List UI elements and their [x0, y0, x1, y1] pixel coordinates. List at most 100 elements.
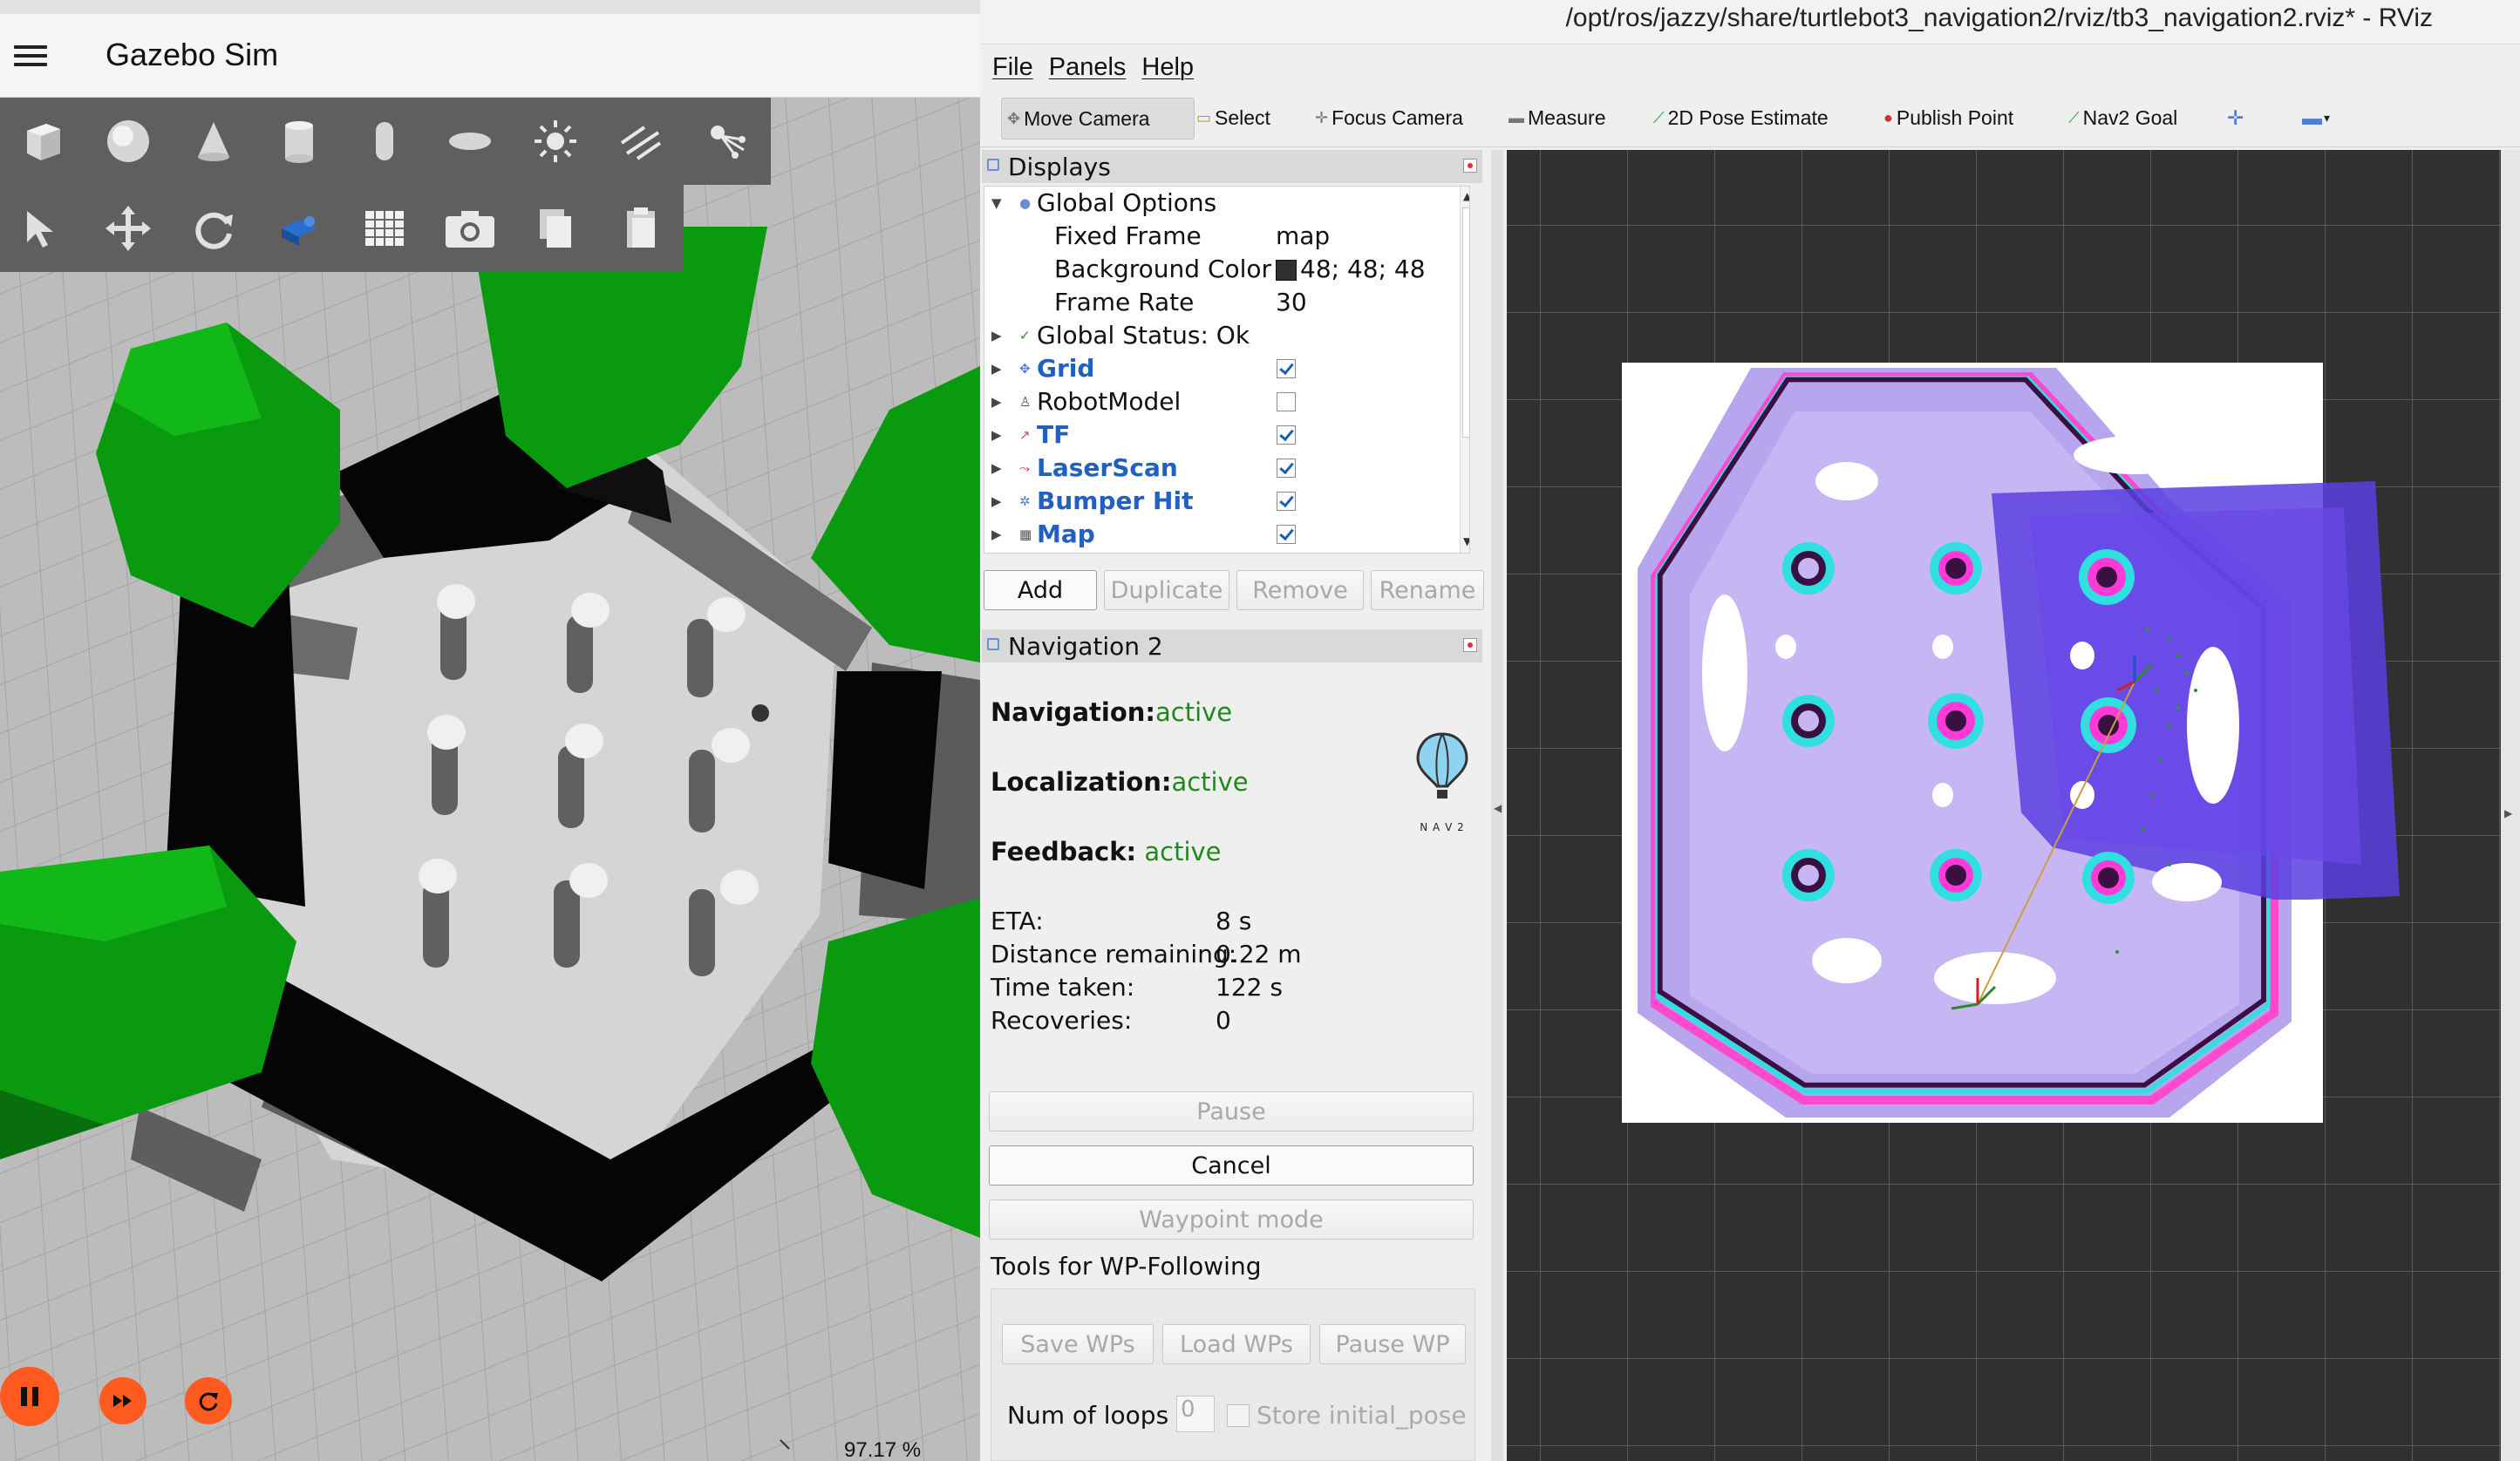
tool-publish-point[interactable]: ● Publish Point: [1883, 98, 2013, 138]
tool-focus-camera[interactable]: ✛ Focus Camera: [1315, 98, 1463, 138]
wp-following-group: Save WPs Load WPs Pause WP Num of loops …: [991, 1288, 1475, 1461]
reset-icon[interactable]: [185, 1377, 232, 1424]
spot-light-icon[interactable]: [684, 98, 769, 185]
status-label: Navigation:: [991, 697, 1155, 727]
distance-label: Distance remaining:: [991, 940, 1237, 968]
tool-move-camera[interactable]: ✥ Move Camera: [1001, 98, 1195, 139]
tree-label: RobotModel: [1037, 387, 1182, 416]
select-arrow-icon[interactable]: [0, 185, 85, 272]
scroll-down-icon[interactable]: ▼: [1463, 535, 1469, 547]
hamburger-menu-icon[interactable]: [14, 40, 47, 70]
tree-label: Map: [1037, 520, 1095, 548]
scroll-up-icon[interactable]: ▲: [1463, 190, 1469, 202]
tool-2d-pose-estimate[interactable]: ⟋ 2D Pose Estimate: [1653, 98, 1829, 138]
grid-checkbox[interactable]: [1277, 359, 1296, 378]
save-wps-button[interactable]: Save WPs: [1002, 1324, 1154, 1364]
tree-label: TF: [1037, 420, 1071, 449]
cylinder-icon[interactable]: [256, 98, 342, 185]
panel-splitter[interactable]: ◀: [1491, 150, 1503, 1461]
remove-button[interactable]: Remove: [1236, 570, 1364, 610]
collapsed-arrow-icon[interactable]: ▶: [991, 452, 1002, 485]
tree-global-status[interactable]: ▶ ✓ Global Status: Ok: [984, 319, 1469, 352]
menu-file[interactable]: File: [992, 53, 1033, 82]
translate-icon[interactable]: [85, 185, 171, 272]
collapsed-arrow-icon[interactable]: ▶: [991, 385, 1002, 418]
background-value[interactable]: 48; 48; 48: [1300, 253, 1426, 286]
close-panel-icon[interactable]: [1463, 638, 1477, 652]
pause-icon[interactable]: [0, 1367, 59, 1426]
transform-icon[interactable]: [256, 185, 342, 272]
menu-panels[interactable]: Panels: [1049, 53, 1127, 82]
gazebo-3d-scene[interactable]: [0, 98, 980, 1461]
window-title: /opt/ros/jazzy/share/turtlebot3_navigati…: [1565, 3, 2433, 32]
tree-fixed-frame[interactable]: Fixed Frame map: [984, 220, 1469, 253]
frame-rate-value[interactable]: 30: [1276, 286, 1307, 319]
store-initial-pose-checkbox[interactable]: [1227, 1404, 1250, 1427]
box-icon[interactable]: [0, 98, 85, 185]
pause-button[interactable]: Pause: [989, 1091, 1474, 1131]
add-tool-icon[interactable]: ✛: [2227, 98, 2244, 138]
add-display-button[interactable]: Add: [984, 570, 1097, 610]
cone-icon[interactable]: [171, 98, 256, 185]
tool-measure[interactable]: ▬ Measure: [1509, 98, 1605, 138]
num-loops-input[interactable]: 0: [1176, 1396, 1215, 1432]
background-swatch[interactable]: [1276, 260, 1297, 281]
cancel-button[interactable]: Cancel: [989, 1145, 1474, 1186]
tool-select[interactable]: ▭ Select: [1196, 98, 1270, 138]
tree-label: Global Status: Ok: [1037, 321, 1250, 350]
right-dock-strip[interactable]: ▶: [2501, 150, 2520, 1461]
tree-global-options[interactable]: ▼ ● Global Options: [984, 187, 1469, 220]
grid-icon[interactable]: [342, 185, 427, 272]
bumper-hit-checkbox[interactable]: [1277, 492, 1296, 511]
directional-light-icon[interactable]: [598, 98, 684, 185]
duplicate-button[interactable]: Duplicate: [1104, 570, 1229, 610]
screenshot-icon[interactable]: [427, 185, 513, 272]
tree-bumper-hit[interactable]: ▶ ✲ Bumper Hit: [984, 485, 1469, 518]
collapsed-arrow-icon[interactable]: ▶: [991, 418, 1002, 452]
step-icon[interactable]: [99, 1377, 146, 1424]
paste-icon[interactable]: [598, 185, 684, 272]
robotmodel-checkbox[interactable]: [1277, 392, 1296, 411]
ellipsoid-icon[interactable]: [427, 98, 513, 185]
fixed-frame-value[interactable]: map: [1276, 220, 1330, 253]
tree-laserscan[interactable]: ▶ ⤳ LaserScan: [984, 452, 1469, 485]
sphere-icon[interactable]: [85, 98, 171, 185]
rename-button[interactable]: Rename: [1371, 570, 1484, 610]
close-panel-icon[interactable]: [1463, 159, 1477, 173]
collapse-left-icon[interactable]: ◀: [1494, 802, 1502, 814]
expanded-arrow-icon[interactable]: ▼: [991, 187, 1002, 220]
remove-tool-icon[interactable]: ▬ ▾: [2302, 98, 2330, 138]
expand-right-icon[interactable]: ▶: [2504, 807, 2512, 819]
tf-checkbox[interactable]: [1277, 425, 1296, 445]
collapsed-arrow-icon[interactable]: ▶: [991, 352, 1002, 385]
tool-nav2-goal[interactable]: ⟋ Nav2 Goal: [2068, 98, 2177, 138]
tree-frame-rate[interactable]: Frame Rate 30: [984, 286, 1469, 319]
pause-wp-button[interactable]: Pause WP: [1319, 1324, 1466, 1364]
map-checkbox[interactable]: [1277, 525, 1296, 544]
store-initial-pose-label: Store initial_pose: [1257, 1401, 1467, 1430]
copy-icon[interactable]: [513, 185, 598, 272]
tree-tf[interactable]: ▶ ↗ TF: [984, 418, 1469, 452]
collapsed-arrow-icon[interactable]: ▶: [991, 518, 1002, 551]
tree-robotmodel[interactable]: ▶ ♙ RobotModel: [984, 385, 1469, 418]
rviz-3d-view[interactable]: [1507, 150, 2520, 1461]
sun-light-icon[interactable]: [513, 98, 598, 185]
load-wps-button[interactable]: Load WPs: [1162, 1324, 1311, 1364]
waypoint-mode-button[interactable]: Waypoint mode: [989, 1199, 1474, 1240]
menu-help[interactable]: Help: [1141, 53, 1194, 82]
collapsed-arrow-icon[interactable]: ▶: [991, 319, 1002, 352]
map-display-icon: ▦: [1019, 527, 1032, 542]
wp-following-title: Tools for WP-Following: [991, 1252, 1262, 1281]
tree-grid[interactable]: ▶ ✥ Grid: [984, 352, 1469, 385]
laserscan-checkbox[interactable]: [1277, 459, 1296, 478]
capsule-icon[interactable]: [342, 98, 427, 185]
scroll-thumb[interactable]: [1462, 207, 1469, 438]
tree-background-color[interactable]: Background Color 48; 48; 48: [984, 253, 1469, 286]
grid-display-icon: ✥: [1019, 361, 1031, 377]
panel-title: Navigation 2: [1008, 631, 1163, 661]
tree-map[interactable]: ▶ ▦ Map: [984, 518, 1469, 551]
collapsed-arrow-icon[interactable]: ▶: [991, 485, 1002, 518]
tree-scrollbar[interactable]: ▲ ▼: [1460, 187, 1469, 553]
rotate-icon[interactable]: [171, 185, 256, 272]
map-pin-icon: ●: [1883, 108, 1893, 126]
